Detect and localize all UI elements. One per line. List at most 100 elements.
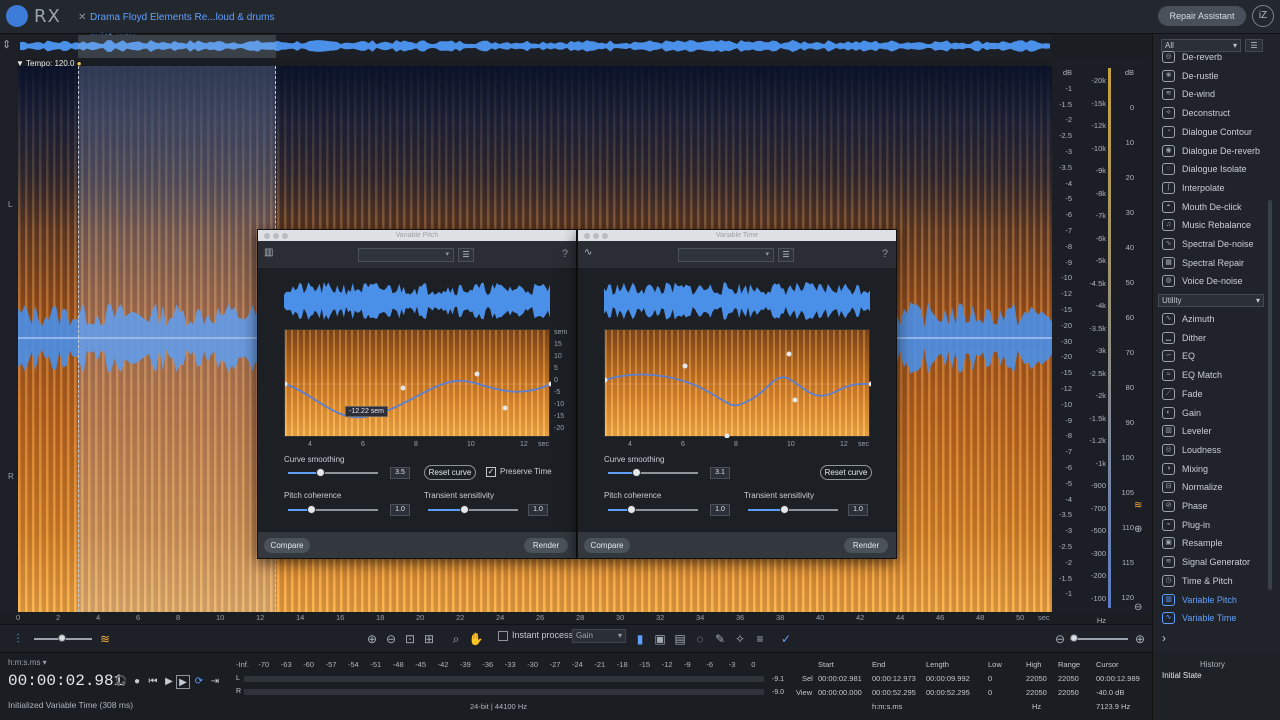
preset-select[interactable]: ▾ [358,248,454,262]
time-format-select[interactable]: h:m:s.ms ▾ [8,658,47,667]
time-selection[interactable] [78,66,276,612]
module-item-deconstruct[interactable]: ⟡ Deconstruct [1160,104,1272,122]
cursor-tool-icon[interactable]: ✓ [778,631,794,647]
preserve-time-checkbox[interactable]: ✓ [486,467,496,477]
tempo-marker[interactable]: ▼ Tempo: 120.0 ● [16,59,82,69]
help-icon[interactable]: ? [882,248,888,260]
view-low[interactable]: 0 [988,688,992,697]
zoom-in-freq-icon[interactable]: ⊕ [1134,524,1142,535]
zoom-selection-icon[interactable]: ⊡ [402,631,418,647]
horizontal-zoom-out-icon[interactable]: ⊖ [1052,631,1068,647]
variable-time-titlebar[interactable]: Variable Time [578,230,896,241]
time-ruler[interactable]: 0 2 4 6 8 10 12 14 16 18 20 22 24 26 28 30 32 34 36 38 40 42 4… [16,612,1052,624]
blend-slider-knob[interactable] [58,634,66,642]
hand-tool-icon[interactable]: ✋ [468,631,484,647]
render-button[interactable]: Render [844,538,888,553]
module-item-dither[interactable]: ▁ Dither [1160,329,1272,347]
module-item-mouth-de-click[interactable]: ◓ Mouth De-click [1160,198,1272,216]
module-item-interpolate[interactable]: ʃ Interpolate [1160,179,1272,197]
overview-waveform[interactable]: ⇕ [0,35,1052,58]
transient-sensitivity-slider[interactable] [748,505,838,514]
zoom-out-freq-icon[interactable]: ⊖ [1134,602,1142,613]
curve-smoothing-slider[interactable] [288,468,378,477]
brush-icon[interactable]: ✎ [712,631,728,647]
compare-button[interactable]: Compare [264,538,310,553]
view-length[interactable]: 00:00:52.295 [926,688,970,697]
module-item-normalize[interactable]: ⊟ Normalize [1160,478,1272,496]
compare-button[interactable]: Compare [584,538,630,553]
sel-high[interactable]: 22050 [1026,674,1047,683]
module-item-leveler[interactable]: ▥ Leveler [1160,422,1272,440]
time-select-icon[interactable]: ▮ [632,631,648,647]
repair-assistant-button[interactable]: Repair Assistant [1158,6,1246,26]
view-end[interactable]: 00:00:52.295 [872,688,916,697]
module-item-eq-match[interactable]: ≈ EQ Match [1160,366,1272,384]
module-item-phase[interactable]: ⊘ Phase [1160,497,1272,515]
preset-menu-icon[interactable]: ☰ [778,248,794,262]
overview-toggle-icon[interactable]: ⇕ [2,38,11,51]
pitch-coherence-slider[interactable] [288,505,378,514]
utility-section-select[interactable]: Utility ▾ [1158,294,1264,307]
overview-selection[interactable] [78,35,276,58]
module-item-spectral-repair[interactable]: ▦ Spectral Repair [1160,254,1272,272]
module-item-signal-generator[interactable]: ≋ Signal Generator [1160,553,1272,571]
window-controls[interactable] [262,232,292,239]
module-item-dialogue-isolate[interactable]: ◌ Dialogue Isolate [1160,160,1272,178]
play-selection-icon[interactable]: ▶ [176,675,190,689]
module-item-dialogue-de-reverb[interactable]: ◉ Dialogue De-reverb [1160,142,1272,160]
slider-knob[interactable] [315,468,325,477]
module-item-de-rustle[interactable]: ❀ De-rustle [1160,67,1272,85]
meter-settings-icon[interactable]: ≋ [1134,500,1142,511]
slider-knob[interactable] [306,505,316,514]
variable-pitch-spectrogram[interactable]: -12.22 sem [284,329,551,438]
curve-smoothing-value[interactable]: 3.1 [710,467,730,479]
module-item-voice-de-noise[interactable]: ◍ Voice De-noise [1160,272,1272,290]
sel-low[interactable]: 0 [988,674,992,683]
preset-menu-icon[interactable]: ☰ [458,248,474,262]
help-icon[interactable]: ? [562,248,568,260]
scroll-icon[interactable]: ⇥ [208,675,222,689]
module-item-gain[interactable]: ◐ Gain [1160,404,1272,422]
module-item-variable-pitch[interactable]: ▥ Variable Pitch [1160,591,1272,609]
pitch-coherence-value[interactable]: 1.0 [710,504,730,516]
module-item-de-wind[interactable]: ≋ De-wind [1160,85,1272,103]
module-item-time-pitch[interactable]: ◷ Time & Pitch [1160,572,1272,590]
transient-sensitivity-value[interactable]: 1.0 [528,504,548,516]
view-range[interactable]: 22050 [1058,688,1079,697]
play-icon[interactable]: ▶ [162,675,176,689]
curve-smoothing-value[interactable]: 3.5 [390,467,410,479]
module-item-azimuth[interactable]: ∿ Azimuth [1160,310,1272,328]
horizontal-zoom-slider[interactable] [1070,638,1128,640]
view-high[interactable]: 22050 [1026,688,1047,697]
pitch-coherence-slider[interactable] [608,505,698,514]
horizontal-zoom-knob[interactable] [1070,634,1078,642]
headphones-icon[interactable]: 🎧 [114,675,128,689]
pitch-curve[interactable] [285,330,551,438]
magnify-icon[interactable]: ⌕ [448,631,464,647]
file-tab[interactable]: ✕ Drama Floyd Elements Re...loud & drums… [74,8,284,43]
module-item-fade[interactable]: ⟋ Fade [1160,385,1272,403]
pitch-coherence-value[interactable]: 1.0 [390,504,410,516]
module-item-resample[interactable]: ▣ Resample [1160,534,1272,552]
module-item-variable-time[interactable]: ∿ Variable Time [1160,609,1272,627]
tab-close-icon[interactable]: ✕ [78,8,86,28]
module-item-music-rebalance[interactable]: ♫ Music Rebalance [1160,216,1272,234]
slider-knob[interactable] [631,468,641,477]
window-controls[interactable] [582,232,612,239]
sel-length[interactable]: 00:00:09.992 [926,674,970,683]
reset-curve-button[interactable]: Reset curve [820,465,872,480]
zoom-in-icon[interactable]: ⊕ [364,631,380,647]
time-freq-select-icon[interactable]: ▤ [672,631,688,647]
module-item-mixing[interactable]: ◑ Mixing [1160,460,1272,478]
lasso-icon[interactable]: ◌ [692,631,708,647]
module-item-loudness[interactable]: ◎ Loudness [1160,441,1272,459]
history-item-initial-state[interactable]: Initial State [1162,671,1202,680]
transient-sensitivity-slider[interactable] [428,505,518,514]
horizontal-zoom-in-icon[interactable]: ⊕ [1132,631,1148,647]
transient-sensitivity-value[interactable]: 1.0 [848,504,868,516]
zoom-out-icon[interactable]: ⊖ [383,631,399,647]
record-icon[interactable]: ● [130,675,144,689]
timecode-display[interactable]: 00:00:02.981 [8,672,123,690]
panel-expand-icon[interactable]: › [1162,631,1166,645]
loop-icon[interactable]: ⟳ [192,675,206,689]
